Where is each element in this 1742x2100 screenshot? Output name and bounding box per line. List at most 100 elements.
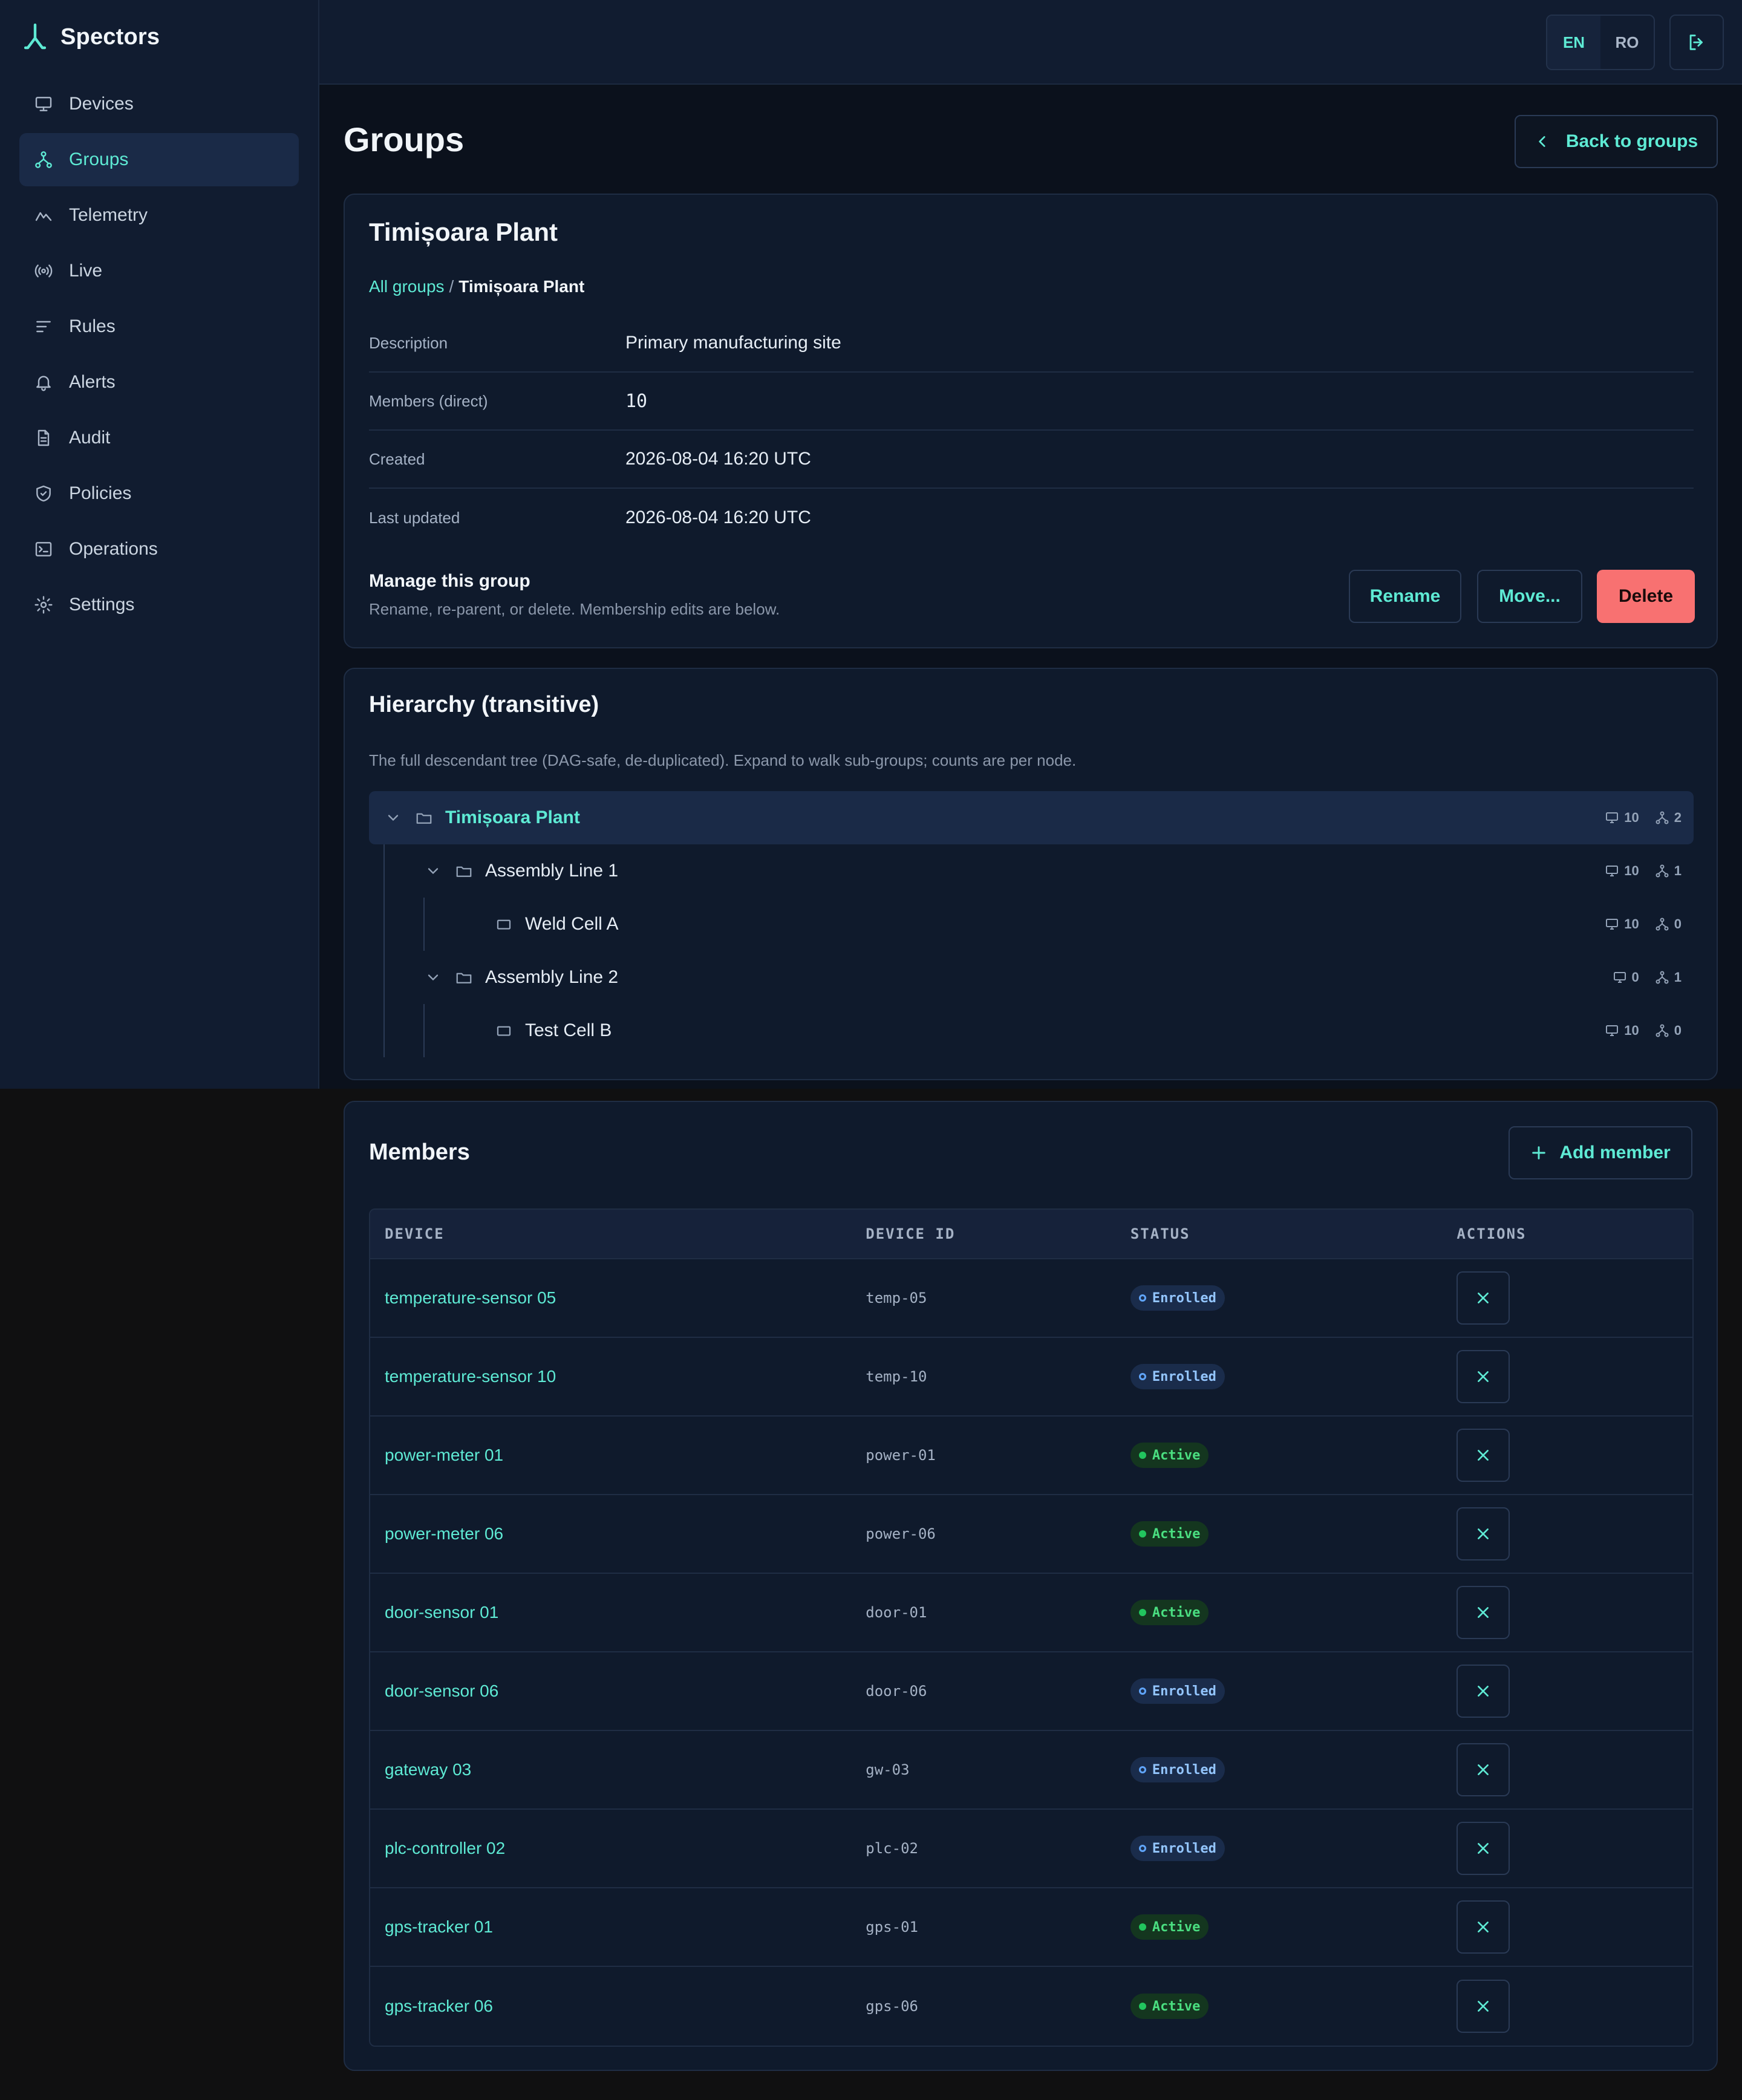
remove-member-button[interactable] bbox=[1457, 1271, 1510, 1325]
device-link[interactable]: temperature-sensor 10 bbox=[385, 1367, 556, 1386]
property-key: Members (direct) bbox=[369, 391, 488, 410]
logout-button[interactable] bbox=[1669, 15, 1724, 70]
status-badge: Enrolled bbox=[1130, 1836, 1225, 1861]
chevron-down-icon[interactable] bbox=[425, 969, 442, 986]
node-icon bbox=[497, 919, 511, 930]
back-to-groups-button[interactable]: Back to groups bbox=[1515, 115, 1718, 168]
device-id: power-01 bbox=[866, 1447, 936, 1464]
sidebar-item-groups[interactable]: Groups bbox=[19, 133, 299, 186]
tree-node[interactable]: Assembly Line 2 0 1 bbox=[369, 951, 1694, 1004]
lang-en-button[interactable]: EN bbox=[1547, 16, 1600, 69]
device-link[interactable]: gps-tracker 01 bbox=[385, 1917, 493, 1936]
device-count: 0 bbox=[1613, 970, 1639, 985]
subgroup-count: 1 bbox=[1655, 863, 1682, 879]
status-dot-icon bbox=[1138, 1845, 1146, 1852]
status-badge: Active bbox=[1130, 1994, 1209, 2019]
chevron-down-icon[interactable] bbox=[425, 862, 442, 879]
close-icon bbox=[1478, 1686, 1489, 1697]
status-label: Enrolled bbox=[1152, 1762, 1216, 1778]
shield-icon bbox=[36, 485, 51, 502]
members-table: DEVICE DEVICE ID STATUS ACTIONS temperature… bbox=[369, 1208, 1694, 2047]
device-link[interactable]: door-sensor 01 bbox=[385, 1603, 498, 1622]
remove-member-button[interactable] bbox=[1457, 1665, 1510, 1718]
sidebar-item-settings[interactable]: Settings bbox=[19, 578, 299, 631]
sidebar-item-operations[interactable]: Operations bbox=[19, 523, 299, 576]
chevron-down-icon[interactable] bbox=[385, 809, 402, 826]
remove-member-button[interactable] bbox=[1457, 1980, 1510, 2033]
device-id: gw-03 bbox=[866, 1761, 910, 1778]
sidebar-item-audit[interactable]: Audit bbox=[19, 411, 299, 465]
status-badge: Enrolled bbox=[1130, 1364, 1225, 1389]
status-badge: Enrolled bbox=[1130, 1285, 1225, 1311]
status-dot-icon bbox=[1138, 1923, 1146, 1931]
tree-node[interactable]: Weld Cell A 10 0 bbox=[369, 898, 1694, 951]
device-id: gps-01 bbox=[866, 1919, 918, 1935]
tree-node[interactable]: Test Cell B 10 0 bbox=[369, 1004, 1694, 1057]
sidebar-item-label: Settings bbox=[69, 595, 135, 615]
lang-ro-button[interactable]: RO bbox=[1600, 16, 1654, 69]
remove-member-button[interactable] bbox=[1457, 1429, 1510, 1482]
folder-icon bbox=[456, 973, 472, 983]
status-label: Enrolled bbox=[1152, 1683, 1216, 1699]
hierarchy-icon bbox=[1656, 1024, 1669, 1037]
members-title: Members bbox=[369, 1140, 470, 1165]
close-icon bbox=[1478, 1528, 1489, 1539]
rename-button[interactable]: Rename bbox=[1349, 570, 1461, 623]
plus-icon bbox=[1532, 1146, 1546, 1159]
node-counts: 10 1 bbox=[1605, 844, 1682, 898]
hierarchy-description: The full descendant tree (DAG-safe, de-d… bbox=[369, 751, 1077, 769]
device-link[interactable]: door-sensor 06 bbox=[385, 1681, 498, 1700]
device-id: power-06 bbox=[866, 1525, 936, 1542]
property-row: Last updated 2026-08-04 16:20 UTC bbox=[369, 489, 1694, 547]
tree-node[interactable]: Assembly Line 1 10 1 bbox=[369, 844, 1694, 898]
property-row: Created 2026-08-04 16:20 UTC bbox=[369, 431, 1694, 489]
tree-node-label: Timișoara Plant bbox=[445, 807, 580, 827]
sidebar-item-rules[interactable]: Rules bbox=[19, 300, 299, 353]
status-label: Active bbox=[1152, 1998, 1201, 2014]
device-link[interactable]: gps-tracker 06 bbox=[385, 1997, 493, 2015]
app-name: Spectors bbox=[60, 24, 160, 50]
sidebar-item-policies[interactable]: Policies bbox=[19, 467, 299, 520]
sidebar-item-devices[interactable]: Devices bbox=[19, 77, 299, 131]
bell-icon bbox=[36, 376, 51, 391]
tree-node-label: Weld Cell A bbox=[525, 914, 619, 934]
topbar: EN RO bbox=[319, 0, 1742, 85]
remove-member-button[interactable] bbox=[1457, 1743, 1510, 1796]
remove-member-button[interactable] bbox=[1457, 1586, 1510, 1639]
file-icon bbox=[38, 429, 50, 446]
device-link[interactable]: temperature-sensor 05 bbox=[385, 1288, 556, 1307]
table-row: gateway 03 gw-03 Enrolled bbox=[370, 1731, 1692, 1810]
remove-member-button[interactable] bbox=[1457, 1507, 1510, 1560]
status-badge: Active bbox=[1130, 1443, 1209, 1468]
hierarchy-icon bbox=[1656, 971, 1669, 984]
hierarchy-icon bbox=[35, 151, 52, 168]
hierarchy-icon bbox=[1656, 918, 1669, 931]
property-key: Created bbox=[369, 449, 425, 468]
device-link[interactable]: gateway 03 bbox=[385, 1760, 471, 1779]
remove-member-button[interactable] bbox=[1457, 1822, 1510, 1875]
sidebar-item-label: Live bbox=[69, 261, 103, 281]
sidebar-item-telemetry[interactable]: Telemetry bbox=[19, 189, 299, 242]
device-link[interactable]: power-meter 06 bbox=[385, 1524, 503, 1543]
close-icon bbox=[1478, 1293, 1489, 1303]
add-member-button[interactable]: Add member bbox=[1509, 1126, 1692, 1179]
brand[interactable]: Spectors bbox=[24, 22, 160, 52]
breadcrumb-all-groups[interactable]: All groups bbox=[369, 277, 445, 296]
sidebar-item-live[interactable]: Live bbox=[19, 244, 299, 298]
manage-title: Manage this group bbox=[369, 571, 530, 591]
members-card: Members Add member DEVICE DEVICE ID STATUS… bbox=[344, 1101, 1718, 2071]
column-header: DEVICE ID bbox=[866, 1225, 956, 1242]
tree-node[interactable]: Timișoara Plant 10 2 bbox=[369, 791, 1694, 844]
subgroup-count: 0 bbox=[1655, 1023, 1682, 1039]
move-button[interactable]: Move... bbox=[1477, 570, 1582, 623]
device-link[interactable]: plc-controller 02 bbox=[385, 1839, 505, 1857]
property-value: 2026-08-04 16:20 UTC bbox=[625, 449, 811, 469]
device-count: 10 bbox=[1605, 916, 1639, 932]
remove-member-button[interactable] bbox=[1457, 1900, 1510, 1954]
sidebar-item-alerts[interactable]: Alerts bbox=[19, 356, 299, 409]
gear-icon bbox=[34, 596, 53, 614]
delete-button[interactable]: Delete bbox=[1597, 570, 1695, 623]
device-link[interactable]: power-meter 01 bbox=[385, 1446, 503, 1464]
logo-icon bbox=[24, 24, 46, 50]
remove-member-button[interactable] bbox=[1457, 1350, 1510, 1403]
